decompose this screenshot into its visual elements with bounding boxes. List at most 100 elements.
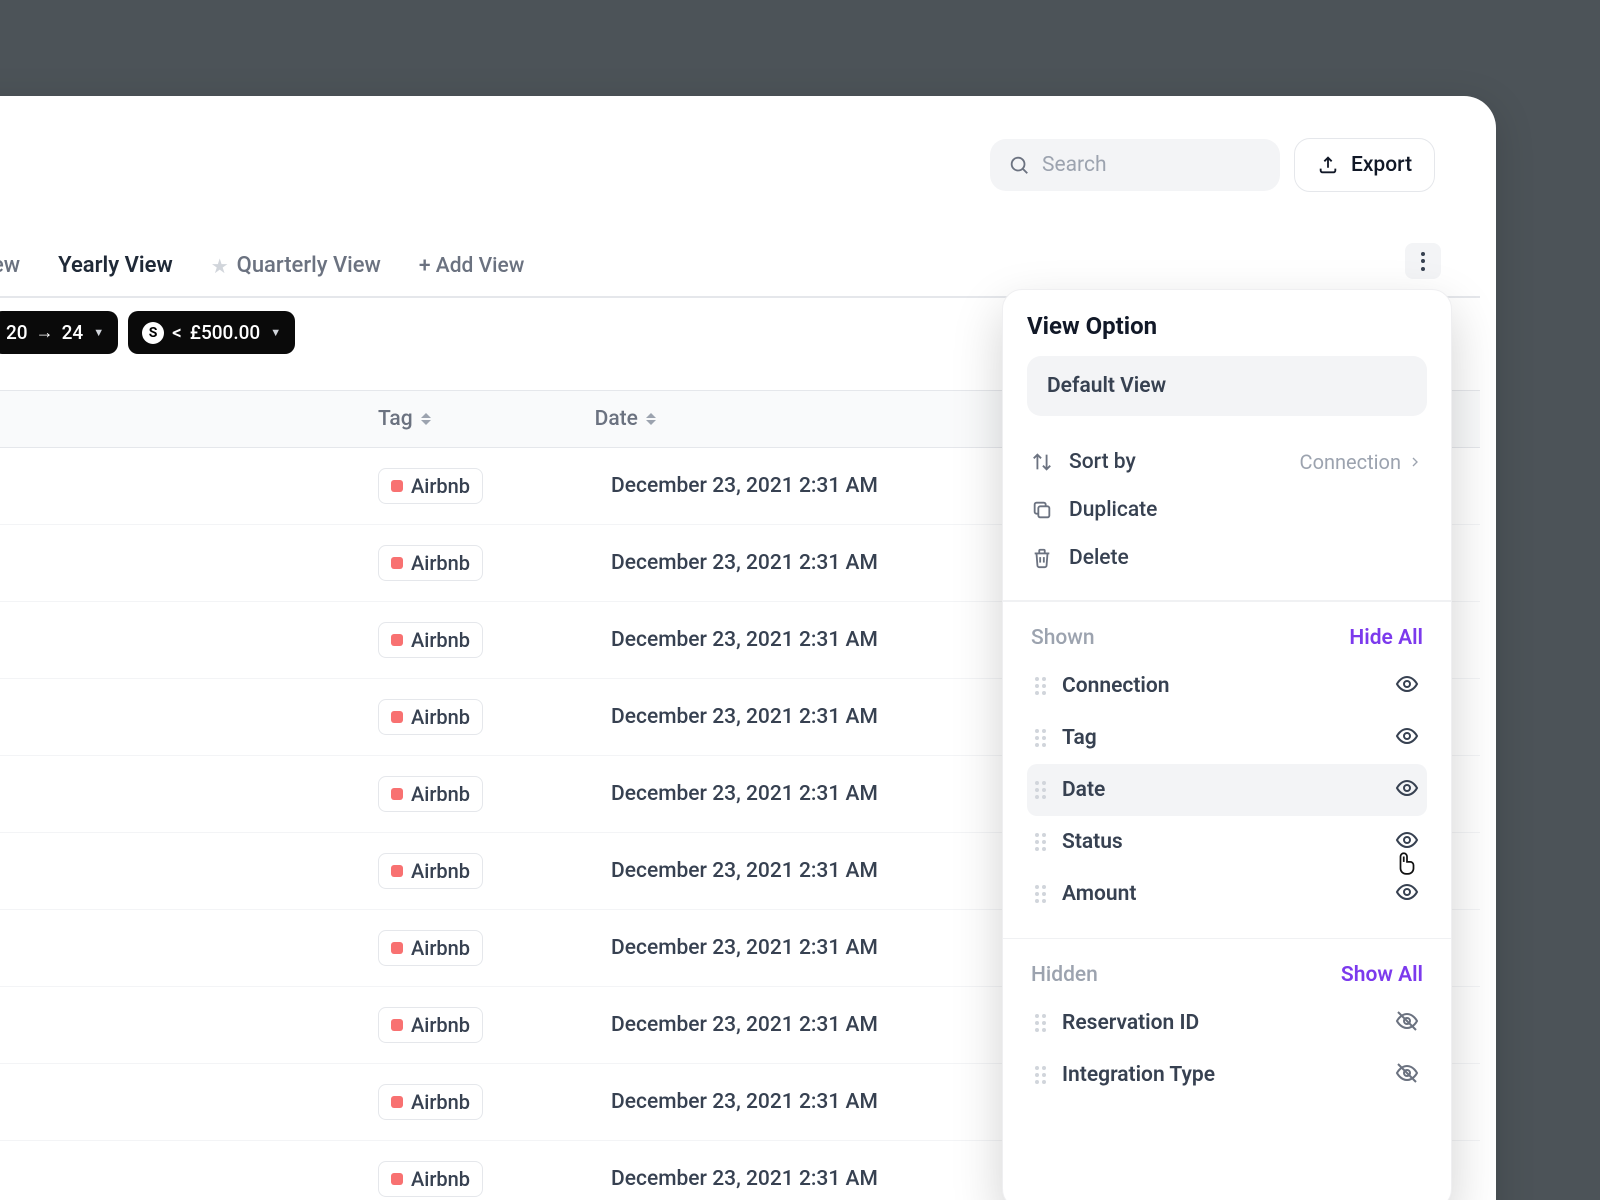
drag-handle-icon[interactable] xyxy=(1035,729,1046,747)
arrow-right-icon: → xyxy=(36,322,54,343)
date-cell: December 23, 2021 2:31 AM xyxy=(611,551,878,575)
tab-quarterly-view[interactable]: ★ Quarterly View xyxy=(211,253,381,278)
tab-yearly-view[interactable]: Yearly View xyxy=(58,253,173,278)
more-options-button[interactable] xyxy=(1405,243,1441,279)
drag-handle-icon[interactable] xyxy=(1035,885,1046,903)
tag-label: Airbnb xyxy=(411,628,470,652)
amount-operator: < xyxy=(172,321,182,344)
hidden-column-reservation-id[interactable]: Reservation ID xyxy=(1027,997,1427,1049)
tag-badge[interactable]: Airbnb xyxy=(378,930,483,966)
drag-handle-icon[interactable] xyxy=(1035,1066,1046,1084)
tag-color-icon xyxy=(391,1096,403,1108)
tag-badge[interactable]: Airbnb xyxy=(378,468,483,504)
duplicate-row[interactable]: Duplicate xyxy=(1027,486,1427,534)
top-bar: Search Export xyxy=(990,138,1435,192)
tab-quarterly-label: Quarterly View xyxy=(237,253,381,278)
column-name: Integration Type xyxy=(1062,1063,1215,1087)
range-from: 20 xyxy=(6,321,28,344)
upload-icon xyxy=(1317,154,1339,176)
hidden-column-integration-type[interactable]: Integration Type xyxy=(1027,1049,1427,1101)
tag-color-icon xyxy=(391,480,403,492)
tag-color-icon xyxy=(391,1173,403,1185)
tag-label: Airbnb xyxy=(411,1013,470,1037)
tag-color-icon xyxy=(391,557,403,569)
visibility-toggle[interactable] xyxy=(1395,880,1419,908)
eye-off-icon xyxy=(1395,1061,1419,1085)
visibility-toggle[interactable] xyxy=(1395,1061,1419,1089)
tab-partial[interactable]: ew xyxy=(0,253,20,278)
tag-badge[interactable]: Airbnb xyxy=(378,1161,483,1197)
drag-handle-icon[interactable] xyxy=(1035,677,1046,695)
filter-pills: 20 → 24 ▼ S < £500.00 ▼ xyxy=(0,311,295,354)
tag-color-icon xyxy=(391,865,403,877)
show-all-button[interactable]: Show All xyxy=(1341,963,1423,987)
tag-label: Airbnb xyxy=(411,782,470,806)
tag-label: Airbnb xyxy=(411,474,470,498)
column-name: Status xyxy=(1062,830,1123,854)
visibility-toggle[interactable] xyxy=(1395,672,1419,700)
hide-all-button[interactable]: Hide All xyxy=(1349,626,1423,650)
sort-icon xyxy=(646,413,656,424)
shown-column-amount[interactable]: Amount xyxy=(1027,868,1427,920)
shown-column-connection[interactable]: Connection xyxy=(1027,660,1427,712)
eye-icon xyxy=(1395,672,1419,696)
drag-handle-icon[interactable] xyxy=(1035,1014,1046,1032)
date-cell: December 23, 2021 2:31 AM xyxy=(611,1090,878,1114)
tag-color-icon xyxy=(391,788,403,800)
filter-amount[interactable]: S < £500.00 ▼ xyxy=(128,311,295,354)
drag-handle-icon[interactable] xyxy=(1035,781,1046,799)
eye-icon xyxy=(1395,724,1419,748)
add-view-button[interactable]: + Add View xyxy=(419,254,524,278)
sort-icon xyxy=(421,413,431,424)
shown-column-status[interactable]: Status xyxy=(1027,816,1427,868)
eye-icon xyxy=(1395,880,1419,904)
drag-handle-icon[interactable] xyxy=(1035,833,1046,851)
column-name: Reservation ID xyxy=(1062,1011,1199,1035)
sort-by-value: Connection xyxy=(1300,450,1423,474)
tag-color-icon xyxy=(391,942,403,954)
tag-badge[interactable]: Airbnb xyxy=(378,1084,483,1120)
shown-section-head: Shown Hide All xyxy=(1027,620,1427,660)
date-cell: December 23, 2021 2:31 AM xyxy=(611,1013,878,1037)
shown-column-date[interactable]: Date xyxy=(1027,764,1427,816)
column-date[interactable]: Date xyxy=(595,407,656,431)
tag-badge[interactable]: Airbnb xyxy=(378,699,483,735)
visibility-toggle[interactable] xyxy=(1395,724,1419,752)
tag-label: Airbnb xyxy=(411,551,470,575)
tag-badge[interactable]: Airbnb xyxy=(378,622,483,658)
visibility-toggle[interactable] xyxy=(1395,776,1419,804)
view-option-panel: View Option Default View Sort by Connect… xyxy=(1002,289,1452,1200)
export-label: Export xyxy=(1351,153,1412,177)
visibility-toggle[interactable] xyxy=(1395,1009,1419,1037)
caret-down-icon: ▼ xyxy=(270,326,281,339)
tag-badge[interactable]: Airbnb xyxy=(378,853,483,889)
default-view-chip[interactable]: Default View xyxy=(1027,356,1427,416)
tag-label: Airbnb xyxy=(411,936,470,960)
sort-by-row[interactable]: Sort by Connection xyxy=(1027,438,1427,486)
filter-date-range[interactable]: 20 → 24 ▼ xyxy=(0,311,118,354)
column-name: Amount xyxy=(1062,882,1136,906)
column-tag[interactable]: Tag xyxy=(378,407,431,431)
delete-label: Delete xyxy=(1069,546,1129,570)
tag-label: Airbnb xyxy=(411,859,470,883)
search-input[interactable]: Search xyxy=(990,139,1280,191)
tag-color-icon xyxy=(391,634,403,646)
chevron-right-icon xyxy=(1407,454,1423,470)
sort-icon xyxy=(1031,451,1053,473)
tag-badge[interactable]: Airbnb xyxy=(378,776,483,812)
view-tabs: ew Yearly View ★ Quarterly View + Add Vi… xyxy=(0,253,524,278)
delete-row[interactable]: Delete xyxy=(1027,534,1427,582)
date-cell: December 23, 2021 2:31 AM xyxy=(611,782,878,806)
date-cell: December 23, 2021 2:31 AM xyxy=(611,474,878,498)
shown-column-tag[interactable]: Tag xyxy=(1027,712,1427,764)
tag-badge[interactable]: Airbnb xyxy=(378,1007,483,1043)
export-button[interactable]: Export xyxy=(1294,138,1435,192)
date-cell: December 23, 2021 2:31 AM xyxy=(611,936,878,960)
column-name: Connection xyxy=(1062,674,1169,698)
tag-color-icon xyxy=(391,1019,403,1031)
star-icon: ★ xyxy=(211,254,229,278)
panel-separator xyxy=(1003,938,1451,940)
search-placeholder: Search xyxy=(1042,153,1107,177)
column-name: Tag xyxy=(1062,726,1097,750)
tag-badge[interactable]: Airbnb xyxy=(378,545,483,581)
